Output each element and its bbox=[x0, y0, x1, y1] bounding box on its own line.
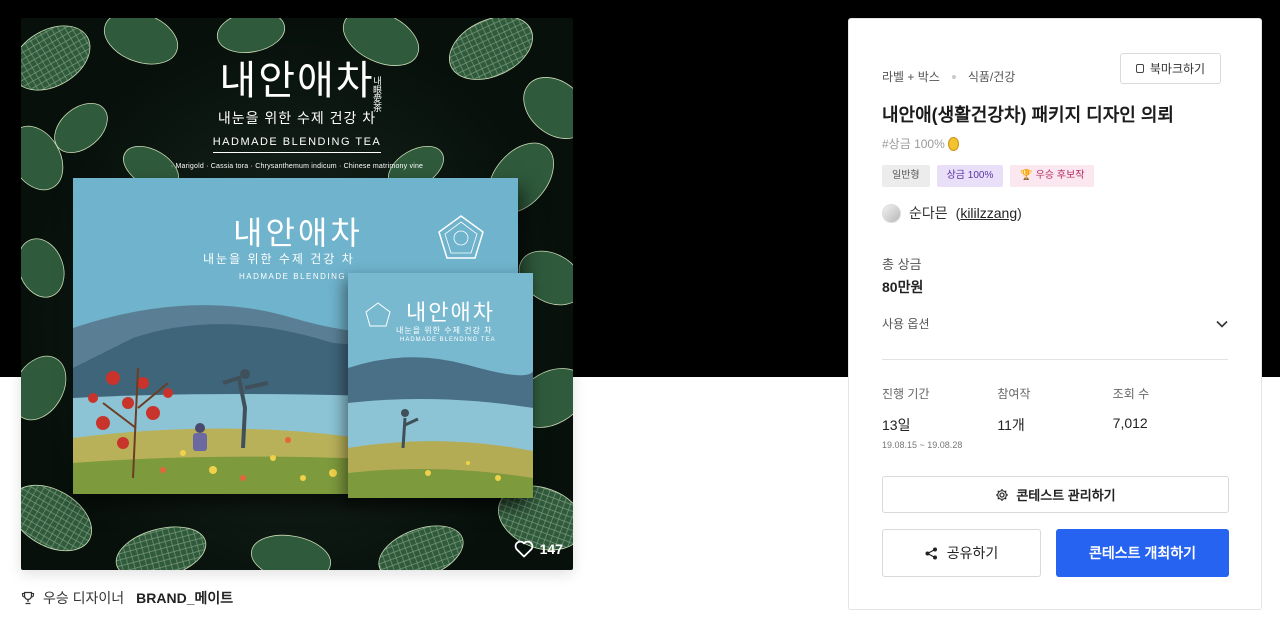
breadcrumb-category[interactable]: 라벨 + 박스 bbox=[882, 68, 940, 85]
author-id-wrap: (kililzzang) bbox=[955, 205, 1022, 221]
box-subtitle: 내눈을 위한 수제 건강 차 bbox=[203, 252, 355, 266]
gear-icon bbox=[996, 488, 1009, 501]
trophy-icon bbox=[21, 591, 35, 605]
winner-candidate-badge: 🏆 우승 후보작 bbox=[1010, 165, 1095, 187]
divider bbox=[882, 359, 1228, 360]
contest-tagline: #상금 100% bbox=[882, 135, 959, 152]
manage-contest-button[interactable]: 콘테스트 관리하기 bbox=[882, 476, 1229, 513]
tea-sachet: 내안애차 내눈을 위한 수제 건강 차 HADMADE BLENDING TEA bbox=[348, 273, 533, 498]
share-label: 공유하기 bbox=[946, 545, 999, 561]
sachet-english: HADMADE BLENDING TEA bbox=[400, 337, 496, 343]
total-prize-label: 총 상금 bbox=[882, 257, 922, 272]
author-id[interactable]: kililzzang bbox=[960, 205, 1017, 221]
like-button[interactable]: 147 bbox=[514, 540, 563, 558]
stat-entries-value: 11개 bbox=[997, 417, 1025, 433]
coin-icon bbox=[947, 136, 959, 151]
stat-entries: 참여작 11개 bbox=[997, 385, 1112, 450]
bookmark-icon bbox=[1135, 64, 1144, 73]
stat-period-value: 13일 bbox=[882, 417, 911, 433]
badge-row: 일반형 상금 100% 🏆 우승 후보작 bbox=[882, 165, 1095, 187]
bookmark-label: 북마크하기 bbox=[1149, 62, 1206, 76]
bookmark-button[interactable]: 북마크하기 bbox=[1120, 53, 1221, 84]
hero-ingredients: · Marigold · Cassia tora · Chrysanthemum… bbox=[170, 163, 424, 170]
sachet-title: 내안애차 bbox=[406, 301, 495, 326]
hero-subtitle: 내눈을 위한 수제 건강 차 bbox=[217, 110, 377, 126]
usage-option-toggle[interactable]: 사용 옵션 bbox=[882, 315, 1228, 332]
winner-designer: 우승 디자이너 BRAND_메이트 bbox=[21, 588, 233, 608]
emblem-icon bbox=[438, 215, 484, 259]
breadcrumb-subcategory[interactable]: 식품/건강 bbox=[968, 68, 1016, 85]
breadcrumb: 라벨 + 박스 식품/건강 bbox=[882, 68, 1015, 85]
prize-badge: 상금 100% bbox=[936, 165, 1004, 187]
avatar bbox=[882, 203, 901, 223]
stat-views-value: 7,012 bbox=[1112, 415, 1148, 431]
author-name: 순다믄 bbox=[909, 205, 948, 221]
stat-period: 진행 기간 13일 19.08.15 ~ 19.08.28 bbox=[882, 385, 997, 450]
tagline-text: #상금 100% bbox=[882, 137, 945, 151]
stat-views-label: 조회 수 bbox=[1112, 387, 1150, 401]
contest-winner-image[interactable]: 내안애차 내眼愛茶 내눈을 위한 수제 건강 차 HADMADE BLENDIN… bbox=[21, 18, 573, 570]
total-prize-value: 80만원 bbox=[882, 279, 924, 295]
winner-candidate-label: 우승 후보작 bbox=[1035, 170, 1085, 181]
share-icon bbox=[925, 547, 937, 559]
box-title: 내안애차 bbox=[233, 214, 363, 252]
open-contest-button[interactable]: 콘테스트 개최하기 bbox=[1056, 529, 1229, 577]
manage-contest-label: 콘테스트 관리하기 bbox=[1016, 488, 1116, 503]
heart-icon bbox=[514, 540, 533, 558]
winner-name[interactable]: BRAND_메이트 bbox=[136, 588, 233, 608]
type-badge: 일반형 bbox=[882, 165, 930, 187]
share-button[interactable]: 공유하기 bbox=[882, 529, 1041, 577]
chevron-down-icon bbox=[1216, 320, 1228, 328]
winner-label: 우승 디자이너 bbox=[43, 590, 125, 606]
like-count: 147 bbox=[539, 541, 563, 557]
stat-entries-label: 참여작 bbox=[997, 387, 1031, 401]
contest-info-panel: 라벨 + 박스 식품/건강 북마크하기 내안애(생활건강차) 패키지 디자인 의… bbox=[848, 18, 1262, 610]
hero-title-block: 내안애차 내眼愛茶 내눈을 위한 수제 건강 차 HADMADE BLENDIN… bbox=[21, 48, 573, 170]
contest-stats: 진행 기간 13일 19.08.15 ~ 19.08.28 참여작 11개 조회… bbox=[882, 385, 1228, 450]
stat-views: 조회 수 7,012 bbox=[1113, 385, 1228, 450]
stat-period-label: 진행 기간 bbox=[882, 387, 930, 401]
stat-period-range: 19.08.15 ~ 19.08.28 bbox=[882, 440, 963, 450]
usage-option-label: 사용 옵션 bbox=[882, 317, 930, 331]
hero-title-hanja: 내眼愛茶 bbox=[372, 76, 382, 112]
author[interactable]: 순다믄 (kililzzang) bbox=[882, 203, 1022, 223]
sachet-subtitle: 내눈을 위한 수제 건강 차 bbox=[396, 326, 493, 335]
hero-title: 내안애차 bbox=[219, 58, 375, 104]
contest-title: 내안애(생활건강차) 패키지 디자인 의뢰 bbox=[882, 105, 1174, 125]
hero-english: HADMADE BLENDING TEA bbox=[212, 136, 382, 153]
breadcrumb-separator bbox=[951, 74, 956, 79]
